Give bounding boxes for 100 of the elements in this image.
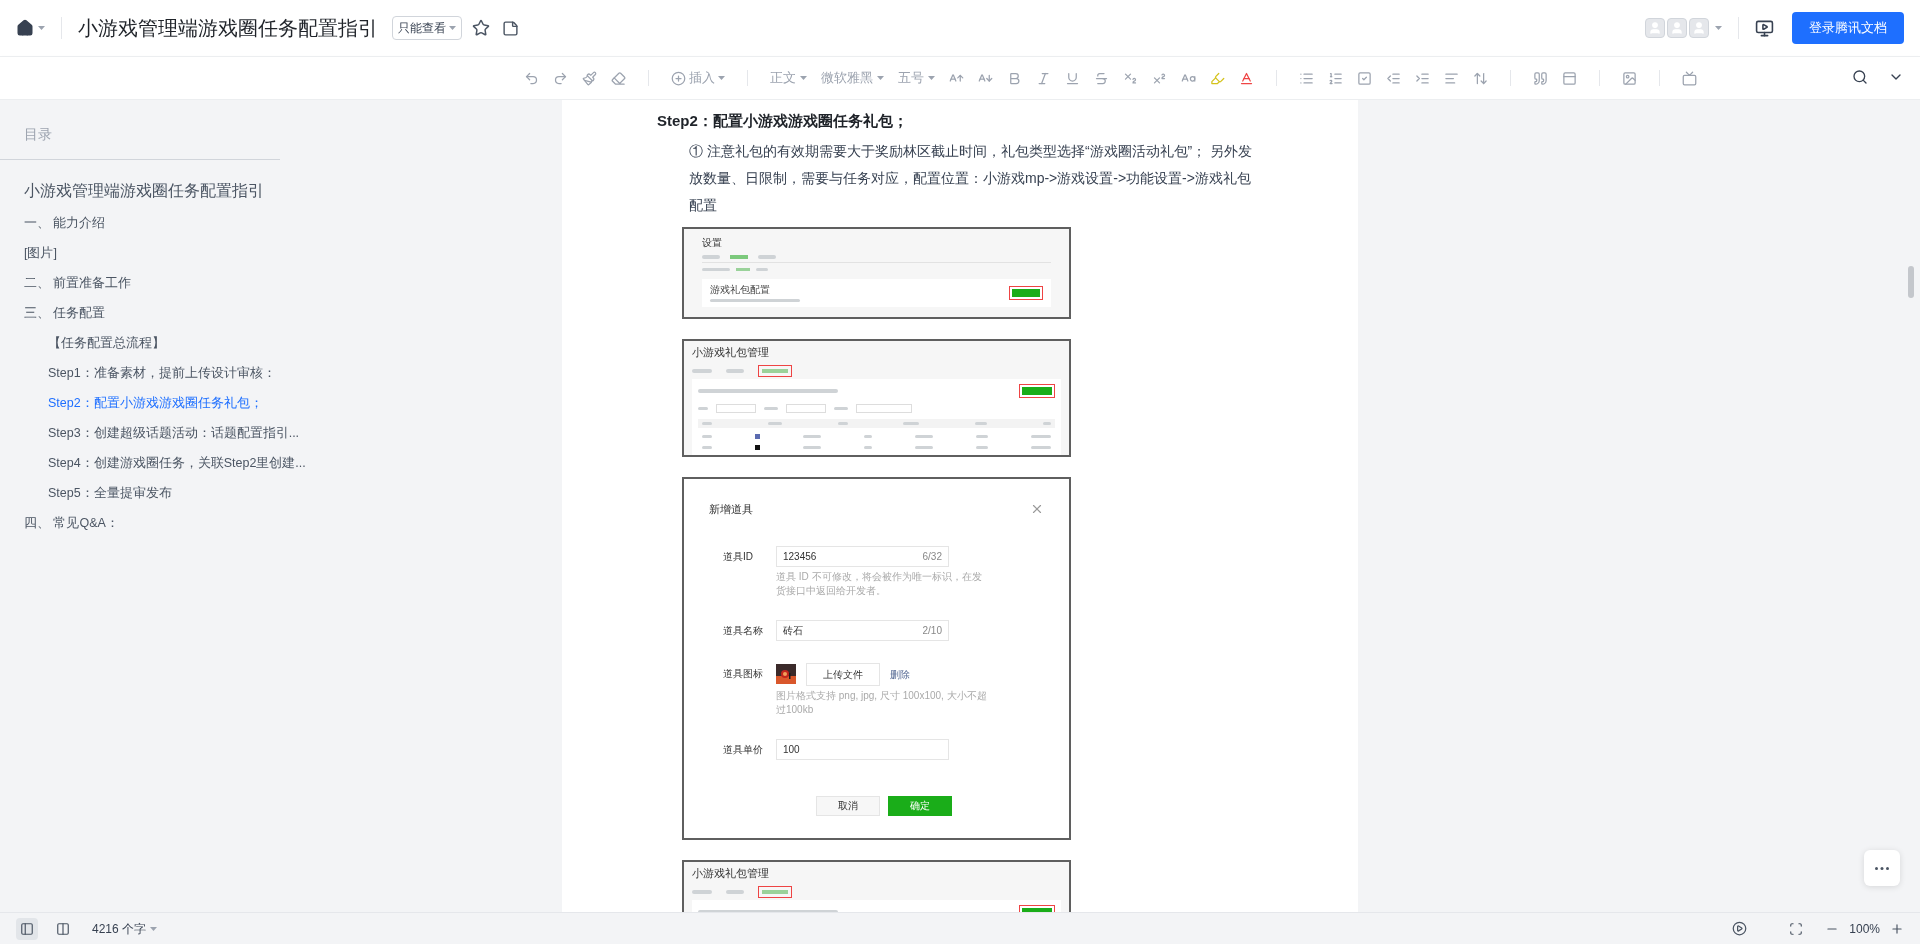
blurred-label [803, 435, 821, 438]
outline-item[interactable]: 三、 任务配置 [24, 298, 106, 328]
blurred-label [915, 435, 933, 438]
line-spacing-icon[interactable] [1472, 70, 1488, 86]
filter-field [786, 404, 826, 413]
strikethrough-icon[interactable] [1093, 70, 1109, 86]
blurred-label [803, 446, 821, 449]
highlighter-icon[interactable] [1209, 70, 1225, 86]
outline-heading: 目录 [23, 125, 53, 144]
paragraph: ① 注意礼包的有效期需要大于奖励林区截止时间，礼包类型选择“游戏圈活动礼包”； 另外发放数量、日限制，需要与任务对应，配置位置：小游戏mp->游戏设置->功能设置->游戏礼包配置 [688, 142, 1254, 215]
avatar-group[interactable] [1645, 18, 1709, 38]
blurred-label [764, 407, 778, 410]
plus-circle-icon [670, 70, 686, 86]
field-label: 道具图标 [722, 666, 764, 681]
filter-field [856, 404, 912, 413]
outline-item[interactable]: Step1：准备素材，提前上传设计审核： [48, 358, 276, 388]
more-button[interactable] [1864, 850, 1900, 886]
zoom-level: 100% [1849, 920, 1880, 938]
highlight-frame [758, 365, 792, 377]
screenshot-title: 设置 [702, 237, 723, 249]
blurred-label [726, 369, 744, 373]
caret-icon [449, 26, 456, 30]
outline-item[interactable]: 二、 前置准备工作 [24, 268, 132, 298]
presentation-icon[interactable] [1755, 18, 1774, 38]
user-icon [1670, 21, 1684, 35]
outline-item[interactable]: 【任务配置总流程】 [48, 328, 165, 358]
blurred-label [903, 422, 920, 425]
subscript-icon[interactable] [1122, 70, 1138, 86]
numbered-list-icon[interactable] [1327, 70, 1343, 86]
blurred-label [837, 422, 848, 425]
home-button[interactable] [16, 19, 45, 37]
login-button[interactable]: 登录腾讯文档 [1792, 12, 1904, 44]
blurred-label [702, 255, 720, 259]
undo-icon[interactable] [523, 70, 539, 86]
blurred-label [1043, 422, 1051, 425]
field-value: 砖石 [783, 623, 803, 638]
redo-icon[interactable] [552, 70, 568, 86]
highlight-frame [1019, 384, 1055, 398]
highlight-frame [758, 886, 792, 898]
indent-icon[interactable] [1414, 70, 1430, 86]
item-thumbnail [755, 445, 760, 450]
paint-brush-icon[interactable] [581, 70, 597, 86]
star-icon[interactable] [472, 19, 490, 37]
outline-item[interactable]: Step2：配置小游戏游戏圈任务礼包； [48, 388, 263, 418]
quote-icon[interactable] [1532, 70, 1548, 86]
caret-icon [927, 76, 935, 80]
field-value: 100 [783, 742, 800, 757]
field-label: 道具单价 [722, 742, 764, 757]
outline-item[interactable]: 一、 能力介绍 [24, 208, 106, 238]
permission-badge[interactable]: 只能查看 [392, 16, 462, 40]
word-count[interactable]: 4216 个字 [92, 919, 158, 938]
tv-icon[interactable] [1681, 70, 1697, 86]
char-counter: 2/10 [922, 623, 942, 638]
blurred-label [702, 268, 730, 271]
blurred-label [834, 407, 848, 410]
blurred-label [698, 407, 708, 410]
section-heading: Step2：配置小游戏游戏圈任务礼包； [657, 111, 909, 131]
outline-toggle-icon[interactable] [20, 921, 34, 936]
outdent-icon[interactable] [1385, 70, 1401, 86]
outline-item[interactable]: Step5：全量提审发布 [48, 478, 172, 508]
outline-item[interactable]: [图片] [24, 238, 57, 268]
bullet-list-icon[interactable] [1298, 70, 1314, 86]
caret-icon [1715, 26, 1722, 30]
blurred-label [975, 422, 988, 425]
layout-icon[interactable] [1561, 70, 1577, 86]
outline-item[interactable]: Step3：创建超级话题活动：话题配置指引... [48, 418, 300, 448]
card-title: 游戏礼包配置 [710, 284, 771, 296]
field-value: 123456 [783, 549, 817, 564]
zoom-in-icon[interactable] [1890, 921, 1904, 936]
align-icon[interactable] [1443, 70, 1459, 86]
blurred-label [976, 435, 988, 438]
search-icon[interactable] [1852, 69, 1868, 85]
blurred-label [692, 369, 712, 373]
note-icon[interactable] [502, 19, 519, 37]
outline-title[interactable]: 小游戏管理端游戏圈任务配置指引 [24, 174, 264, 208]
user-icon [1692, 21, 1706, 35]
more-icon [1875, 866, 1889, 870]
outline-item[interactable]: Step4：创建游戏圈任务，关联Step2里创建... [48, 448, 306, 478]
field-hint: 图片格式支持 png, jpg, 尺寸 100x100, 大小不超过100kb [776, 688, 988, 717]
field-label: 道具ID [722, 549, 754, 564]
scrollbar-thumb[interactable] [1908, 266, 1914, 298]
underline-icon[interactable] [1064, 70, 1080, 86]
checklist-icon[interactable] [1356, 70, 1372, 86]
screenshot-title: 小游戏礼包管理 [692, 345, 770, 359]
page-view-icon[interactable] [56, 921, 70, 936]
caret-icon [38, 26, 45, 30]
italic-icon[interactable] [1035, 70, 1051, 86]
blurred-label [1031, 435, 1051, 438]
outline-item[interactable]: 四、 常见Q&A： [24, 508, 119, 538]
fullscreen-icon[interactable] [1789, 921, 1804, 936]
blurred-label [767, 422, 782, 425]
superscript-icon[interactable] [1151, 70, 1167, 86]
play-icon[interactable] [1732, 921, 1748, 936]
text-color-icon[interactable] [1238, 70, 1254, 86]
caret-icon [150, 926, 158, 931]
blurred-label [756, 268, 768, 271]
eraser-icon[interactable] [610, 70, 626, 86]
image-icon[interactable] [1621, 70, 1637, 86]
field-label: 道具名称 [722, 623, 764, 638]
caret-icon [876, 76, 884, 80]
